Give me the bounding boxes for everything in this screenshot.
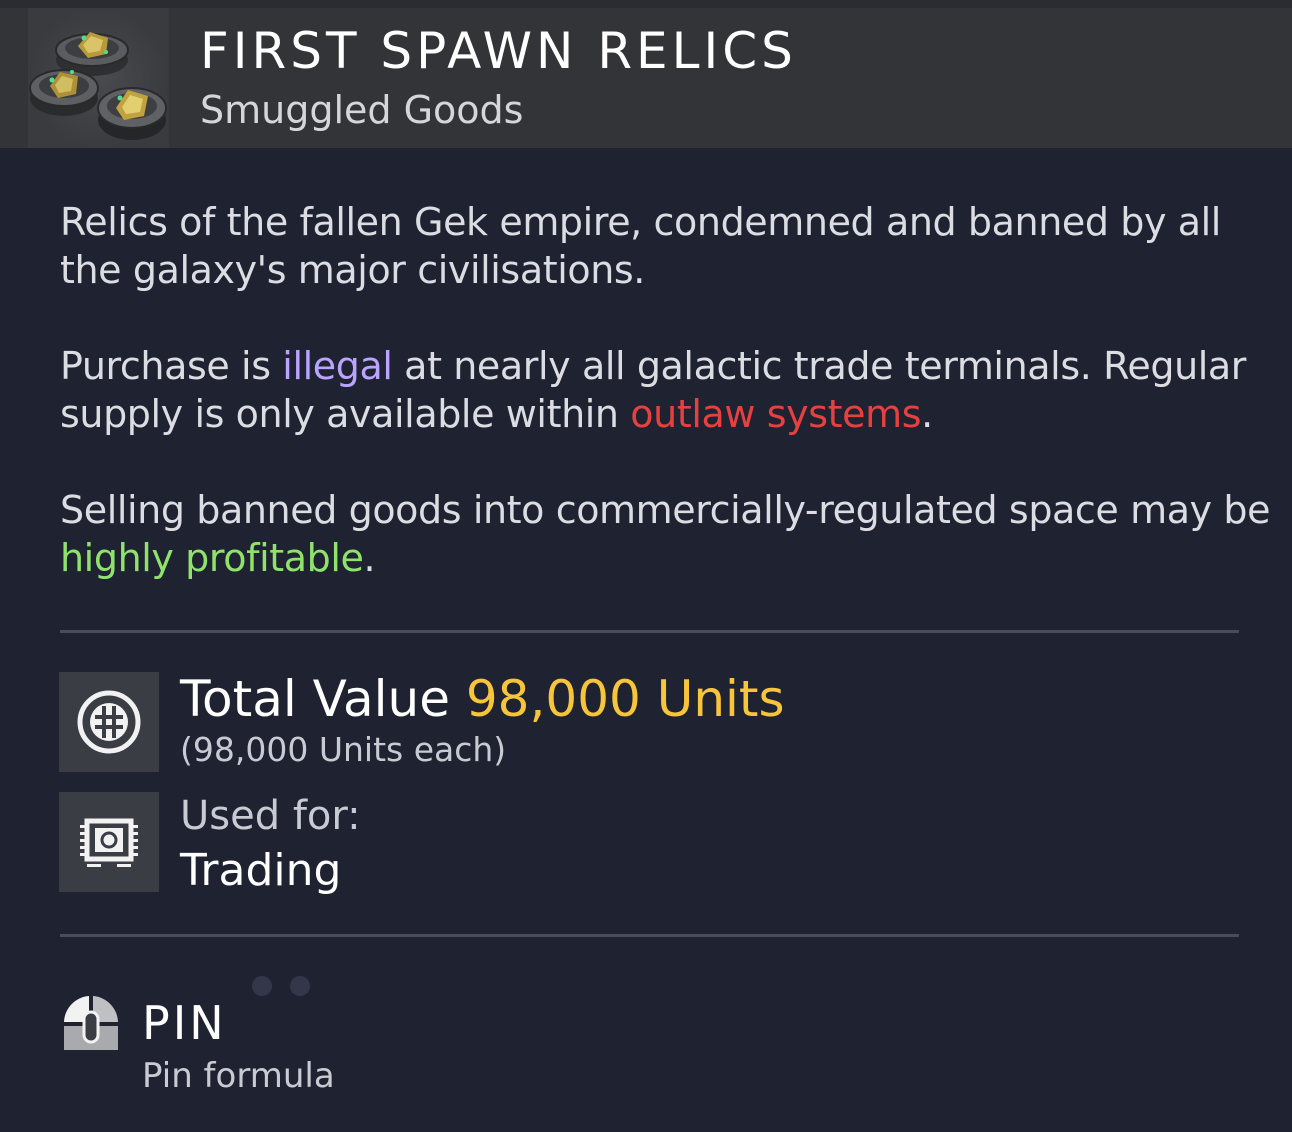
top-border	[0, 0, 1292, 8]
background-dot	[290, 976, 310, 996]
profitable-highlight: highly profitable	[60, 536, 364, 580]
description-text: supply is only available within	[60, 392, 631, 436]
description-text: Relics of the fallen Gek empire, condemn…	[60, 200, 1221, 244]
description-paragraph-3: Selling banned goods into commercially-r…	[60, 486, 1271, 582]
value-each: (98,000 Units each)	[180, 730, 507, 769]
item-thumbnail	[28, 8, 169, 148]
used-for-value: Trading	[180, 845, 342, 896]
description-text: Purchase is	[60, 344, 283, 388]
divider	[60, 934, 1239, 937]
description-text: .	[363, 536, 376, 580]
relic-stones-icon	[29, 32, 167, 140]
description-paragraph-2: Purchase is illegal at nearly all galact…	[60, 342, 1250, 438]
mouse-click-icon	[64, 996, 118, 1050]
trade-chip-icon	[80, 818, 138, 867]
total-value-label: Total Value	[180, 670, 466, 728]
description-text: .	[921, 392, 933, 436]
total-value: Total Value 98,000 Units	[180, 670, 785, 728]
background-dot	[252, 976, 272, 996]
value-icon-box	[59, 672, 159, 772]
item-category: Smuggled Goods	[200, 88, 524, 132]
description-text: Selling banned goods into commercially-r…	[60, 488, 1271, 532]
total-value-amount: 98,000 Units	[465, 670, 785, 728]
divider	[60, 630, 1239, 633]
pin-description: Pin formula	[142, 1056, 335, 1096]
pin-button-label[interactable]: PIN	[142, 996, 227, 1050]
pin-action[interactable]	[60, 992, 122, 1054]
description-text: at nearly all galactic trade terminals. …	[392, 344, 1247, 388]
units-currency-icon	[77, 690, 141, 754]
used-for-label: Used for:	[180, 793, 361, 839]
illegal-highlight: illegal	[282, 344, 393, 388]
description-paragraph-1: Relics of the fallen Gek empire, condemn…	[60, 198, 1250, 294]
outlaw-systems-highlight: outlaw systems	[630, 392, 922, 436]
usage-icon-box	[59, 792, 159, 892]
description-line: Purchase is illegal at nearly all galact…	[60, 342, 1250, 390]
description-line: supply is only available within outlaw s…	[60, 390, 1250, 438]
item-title: FIRST SPAWN RELICS	[200, 22, 797, 80]
description-line: highly profitable.	[60, 534, 1250, 582]
description-text: the galaxy's major civilisations.	[60, 248, 645, 292]
